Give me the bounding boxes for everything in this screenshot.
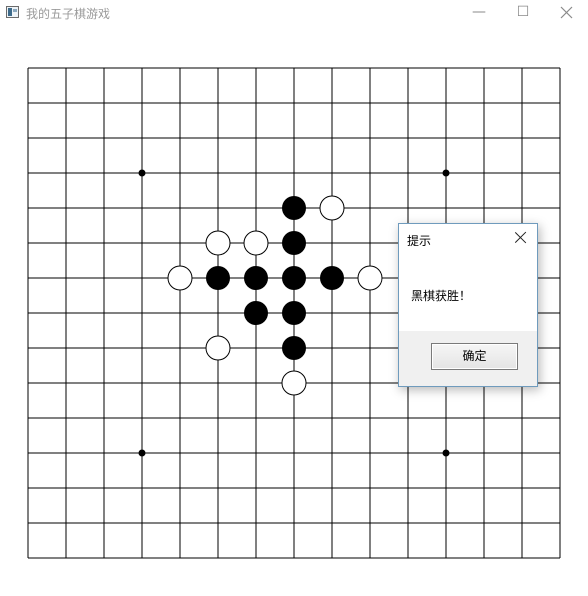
- dialog-close-icon[interactable]: [511, 228, 531, 248]
- black-stone: [206, 266, 230, 290]
- black-stone: [282, 266, 306, 290]
- white-stone: [319, 195, 345, 221]
- white-stone: [281, 370, 307, 396]
- ok-button[interactable]: 确定: [431, 343, 518, 370]
- black-stone: [244, 301, 268, 325]
- white-stone: [167, 265, 193, 291]
- star-point: [138, 169, 146, 177]
- black-stone: [282, 301, 306, 325]
- dialog-title: 提示: [407, 234, 432, 248]
- black-stone: [282, 231, 306, 255]
- star-point: [138, 449, 146, 457]
- white-stone: [357, 265, 383, 291]
- black-stone: [244, 266, 268, 290]
- white-stone: [205, 335, 231, 361]
- white-stone: [205, 230, 231, 256]
- black-stone: [282, 196, 306, 220]
- black-stone: [282, 336, 306, 360]
- black-stone: [320, 266, 344, 290]
- star-point: [442, 169, 450, 177]
- dialog-message: 黑棋获胜！: [411, 289, 472, 303]
- white-stone: [243, 230, 269, 256]
- dialog-footer: 确定: [399, 331, 537, 386]
- message-dialog: 提示 黑棋获胜！ 确定: [398, 223, 538, 387]
- star-point: [442, 449, 450, 457]
